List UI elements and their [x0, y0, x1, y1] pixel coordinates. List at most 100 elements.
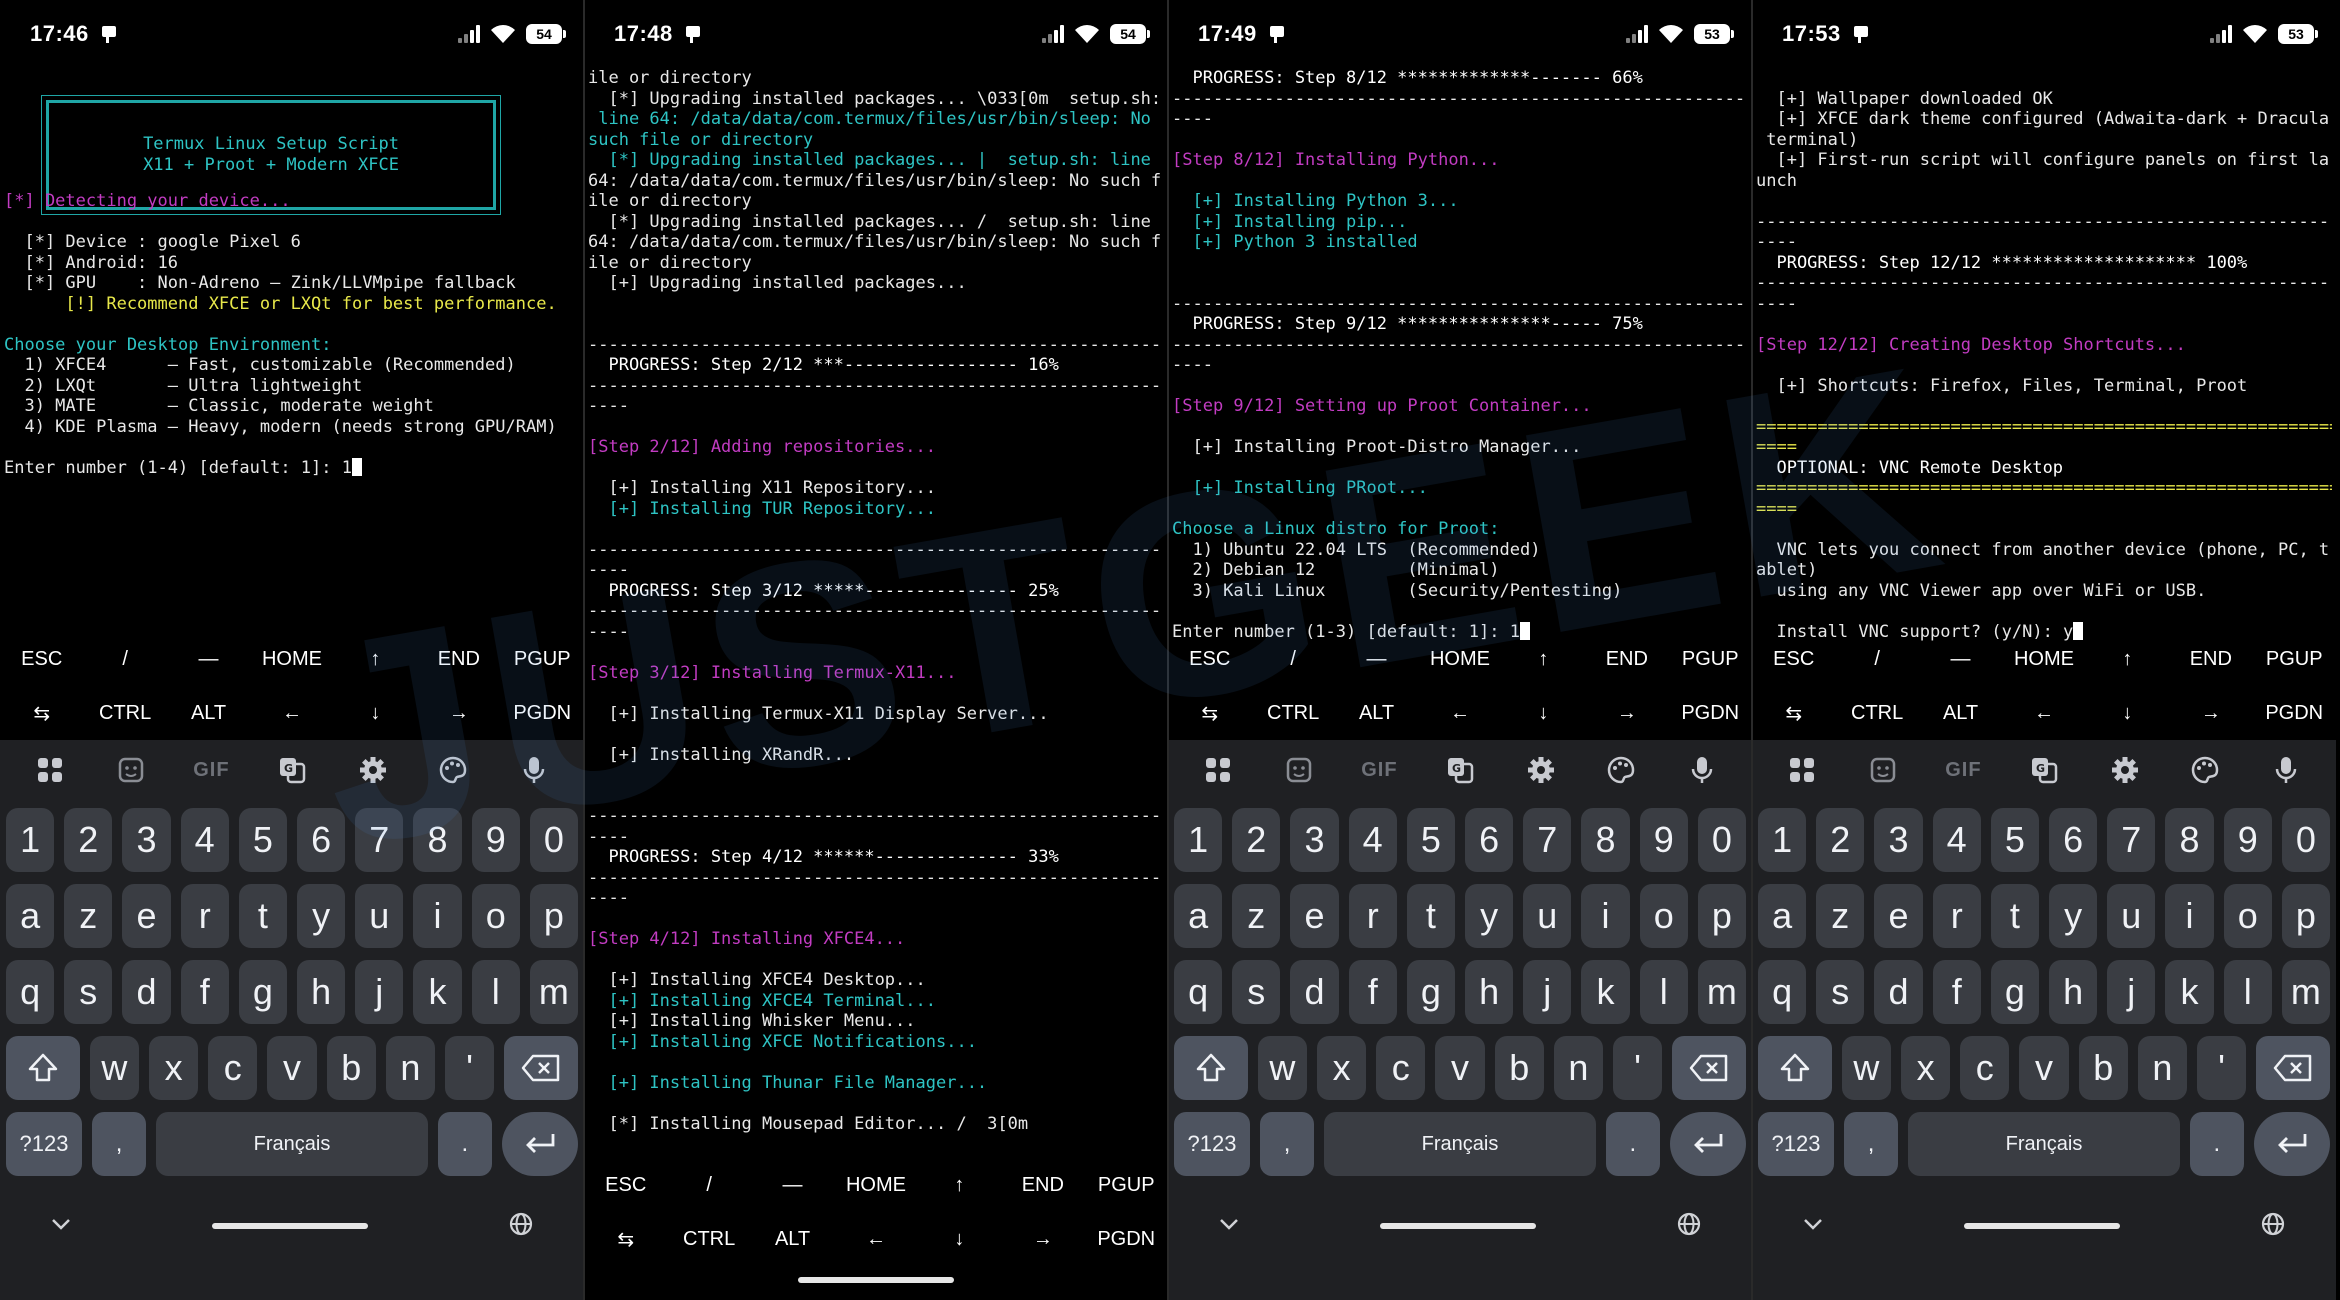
- key-v[interactable]: v: [1435, 1036, 1485, 1100]
- home-gesture-pill[interactable]: [798, 1277, 954, 1283]
- globe-icon[interactable]: [1676, 1211, 1702, 1242]
- extra-key[interactable]: ↑: [334, 648, 417, 671]
- extra-key[interactable]: ⇆: [1168, 701, 1251, 726]
- key-m[interactable]: m: [2281, 960, 2331, 1024]
- key-w[interactable]: w: [1841, 1036, 1891, 1100]
- key-s[interactable]: s: [1232, 960, 1281, 1024]
- extra-key[interactable]: PGDN: [1669, 702, 1752, 725]
- key-9[interactable]: 9: [1639, 808, 1688, 872]
- key-p[interactable]: p: [1697, 884, 1747, 948]
- comma-key[interactable]: ,: [92, 1112, 147, 1176]
- key-b[interactable]: b: [326, 1036, 376, 1100]
- key-f[interactable]: f: [1348, 960, 1397, 1024]
- key-j[interactable]: j: [1523, 960, 1572, 1024]
- key-k[interactable]: k: [2165, 960, 2214, 1024]
- key-u[interactable]: u: [1523, 884, 1572, 948]
- key-y[interactable]: y: [297, 884, 346, 948]
- extra-key[interactable]: END: [1585, 648, 1668, 671]
- key-8[interactable]: 8: [413, 808, 462, 872]
- symbols-key[interactable]: ?123: [6, 1112, 82, 1176]
- translate-icon[interactable]: G: [1438, 748, 1482, 792]
- key-w[interactable]: w: [1257, 1036, 1307, 1100]
- key-l[interactable]: l: [471, 960, 520, 1024]
- terminal-output[interactable]: [+] Wallpaper downloaded OK [+] XFCE dar…: [1756, 68, 2332, 642]
- key-'[interactable]: ': [1613, 1036, 1663, 1100]
- key-6[interactable]: 6: [1465, 808, 1514, 872]
- palette-icon[interactable]: [431, 748, 475, 792]
- extra-key[interactable]: CTRL: [83, 702, 166, 725]
- extra-key[interactable]: →: [417, 702, 500, 725]
- key-8[interactable]: 8: [1581, 808, 1630, 872]
- comma-key[interactable]: ,: [1844, 1112, 1899, 1176]
- key-4[interactable]: 4: [1348, 808, 1397, 872]
- key-0[interactable]: 0: [2281, 808, 2331, 872]
- key-e[interactable]: e: [1874, 884, 1923, 948]
- extra-key[interactable]: ⇆: [0, 701, 83, 726]
- sticker-icon[interactable]: [1861, 748, 1905, 792]
- space-bar[interactable]: Français: [156, 1112, 428, 1176]
- key-4[interactable]: 4: [180, 808, 229, 872]
- extra-key[interactable]: ALT: [1919, 702, 2002, 725]
- extra-key[interactable]: ⇆: [584, 1227, 667, 1252]
- apps-grid-icon[interactable]: [28, 748, 72, 792]
- extra-key[interactable]: HOME: [2002, 648, 2085, 671]
- key-d[interactable]: d: [1874, 960, 1923, 1024]
- key-'[interactable]: ': [445, 1036, 495, 1100]
- extra-key[interactable]: HOME: [250, 648, 333, 671]
- extra-key[interactable]: ESC: [1752, 648, 1835, 671]
- chevron-down-icon[interactable]: [1802, 1217, 1824, 1236]
- extra-key[interactable]: HOME: [834, 1174, 917, 1197]
- period-key[interactable]: .: [1605, 1112, 1660, 1176]
- key-3[interactable]: 3: [122, 808, 171, 872]
- key-4[interactable]: 4: [1932, 808, 1981, 872]
- backspace-key[interactable]: [504, 1036, 579, 1100]
- key-0[interactable]: 0: [529, 808, 579, 872]
- key-p[interactable]: p: [2281, 884, 2331, 948]
- shift-key[interactable]: [1758, 1036, 1832, 1100]
- key-u[interactable]: u: [355, 884, 404, 948]
- key-t[interactable]: t: [1406, 884, 1455, 948]
- key-7[interactable]: 7: [355, 808, 404, 872]
- extra-key[interactable]: —: [1335, 648, 1418, 671]
- extra-key[interactable]: →: [1585, 702, 1668, 725]
- extra-key[interactable]: PGDN: [1085, 1228, 1168, 1251]
- extra-key[interactable]: PGUP: [1085, 1174, 1168, 1197]
- key-3[interactable]: 3: [1290, 808, 1339, 872]
- extra-key[interactable]: PGDN: [501, 702, 584, 725]
- extra-key[interactable]: →: [2169, 702, 2252, 725]
- home-gesture-pill[interactable]: [212, 1223, 368, 1229]
- microphone-icon[interactable]: [1680, 748, 1724, 792]
- microphone-icon[interactable]: [512, 748, 556, 792]
- key-z[interactable]: z: [64, 884, 113, 948]
- chevron-down-icon[interactable]: [50, 1217, 72, 1236]
- enter-key[interactable]: [2253, 1112, 2330, 1176]
- key-k[interactable]: k: [1581, 960, 1630, 1024]
- extra-key[interactable]: PGDN: [2253, 702, 2336, 725]
- key-'[interactable]: ': [2197, 1036, 2247, 1100]
- key-f[interactable]: f: [180, 960, 229, 1024]
- key-q[interactable]: q: [1173, 960, 1223, 1024]
- key-z[interactable]: z: [1232, 884, 1281, 948]
- extra-key[interactable]: ESC: [0, 648, 83, 671]
- translate-icon[interactable]: G: [270, 748, 314, 792]
- key-i[interactable]: i: [2165, 884, 2214, 948]
- extra-key[interactable]: ←: [834, 1228, 917, 1251]
- extra-key[interactable]: ←: [250, 702, 333, 725]
- symbols-key[interactable]: ?123: [1758, 1112, 1834, 1176]
- key-g[interactable]: g: [238, 960, 287, 1024]
- extra-key[interactable]: END: [417, 648, 500, 671]
- terminal-output[interactable]: ile or directory [*] Upgrading installed…: [588, 68, 1164, 1134]
- extra-key[interactable]: ←: [1418, 702, 1501, 725]
- shift-key[interactable]: [6, 1036, 80, 1100]
- key-h[interactable]: h: [1465, 960, 1514, 1024]
- key-7[interactable]: 7: [2107, 808, 2156, 872]
- key-v[interactable]: v: [267, 1036, 317, 1100]
- key-y[interactable]: y: [2049, 884, 2098, 948]
- extra-key[interactable]: ↑: [1502, 648, 1585, 671]
- key-5[interactable]: 5: [1406, 808, 1455, 872]
- key-q[interactable]: q: [5, 960, 55, 1024]
- extra-key[interactable]: —: [167, 648, 250, 671]
- backspace-key[interactable]: [1672, 1036, 1747, 1100]
- key-p[interactable]: p: [529, 884, 579, 948]
- extra-key[interactable]: CTRL: [667, 1228, 750, 1251]
